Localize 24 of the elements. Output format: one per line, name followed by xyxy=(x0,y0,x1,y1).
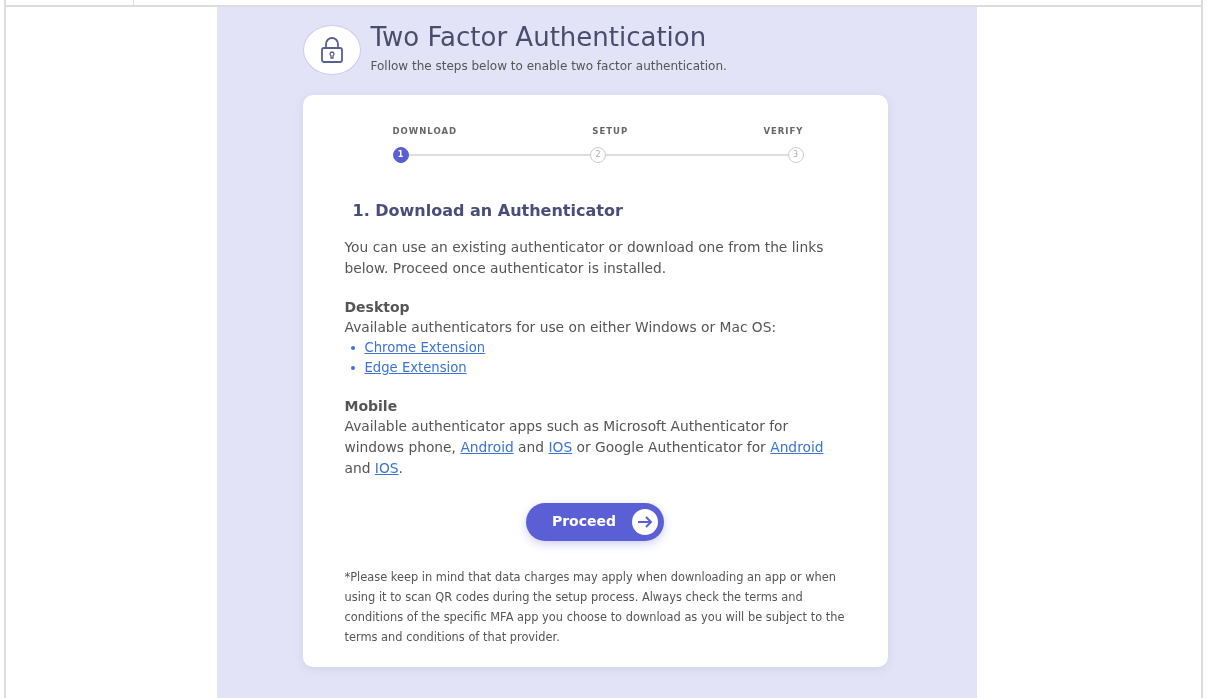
app-link[interactable]: IOS xyxy=(548,438,573,455)
proceed-button[interactable]: Proceed xyxy=(525,502,665,541)
step-heading: 1. Download an Authenticator xyxy=(352,199,624,222)
extension-link[interactable]: Edge Extension xyxy=(364,359,467,375)
extension-link[interactable]: Chrome Extension xyxy=(364,339,486,355)
app-link[interactable]: Android xyxy=(770,438,824,455)
section-text: Available authenticators for use on either Windows or Mac OS: xyxy=(344,317,778,337)
section-title: Mobile xyxy=(344,396,399,416)
page-subtitle: Follow the steps below to enable two factor authentication. xyxy=(370,58,727,75)
step-label: SETUP xyxy=(592,125,629,138)
page-title: Two Factor Authentication xyxy=(370,21,708,53)
step-marker[interactable]: 3 xyxy=(787,146,804,163)
bullet-icon xyxy=(350,345,355,350)
section-title: Desktop xyxy=(344,297,411,317)
intro-text: You can use an existing authenticator or download one from the links below. Proceed once authenticator is installed. xyxy=(344,237,825,278)
section-text: Available authenticator apps such as Microsoft Authenticator for windows phone, Android and IOS or Google Authenticator for Android and IOS. xyxy=(344,416,825,478)
step-marker[interactable]: 1 xyxy=(392,146,409,163)
step-label: VERIFY xyxy=(763,125,804,138)
bullet-icon xyxy=(350,365,355,370)
app-link[interactable]: Android xyxy=(460,438,514,455)
step-marker[interactable]: 2 xyxy=(590,146,606,163)
step-label: DOWNLOAD xyxy=(392,125,458,138)
app-link[interactable]: IOS xyxy=(374,459,399,476)
footnote-text: *Please keep in mind that data charges may apply when downloading an app or when using it to scan QR codes during the setup process. Always check the terms and conditions of the specific MFA app you choose to download as you will be subject to the terms and conditions of that provider. xyxy=(344,568,846,646)
